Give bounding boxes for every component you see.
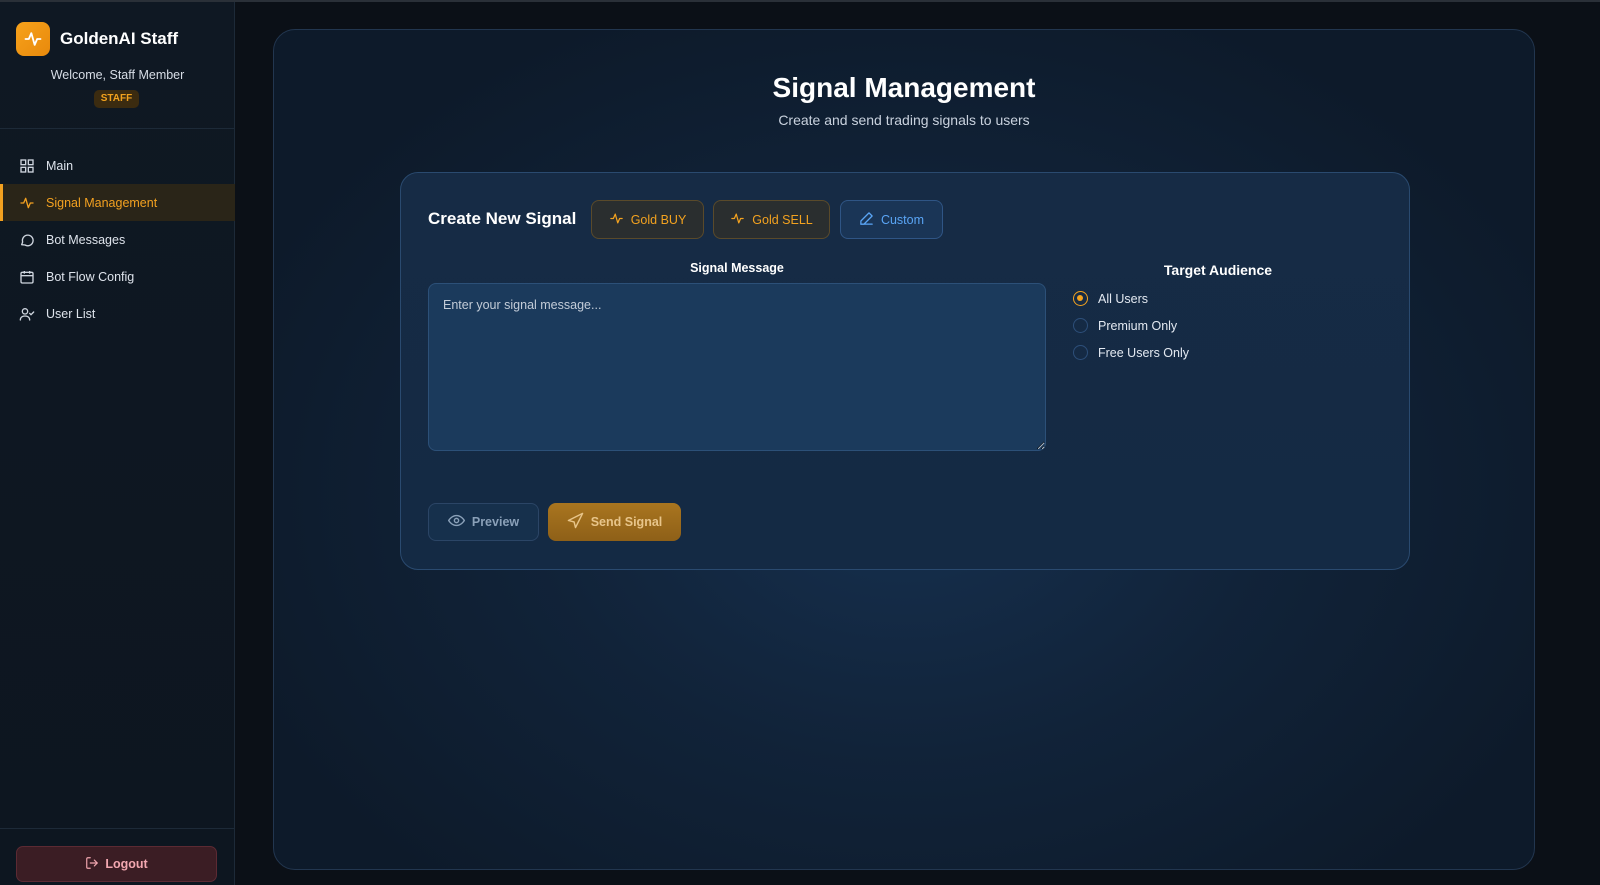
radio-button[interactable] <box>1073 318 1088 333</box>
brand: GoldenAI Staff <box>16 22 178 56</box>
grid-icon <box>18 157 36 175</box>
main-panel: Signal Management Create and send tradin… <box>273 29 1535 870</box>
sidebar-divider <box>0 828 235 829</box>
sidebar-item-label: Signal Management <box>46 195 158 210</box>
logout-icon <box>85 856 99 873</box>
preview-button[interactable]: Preview <box>428 503 539 541</box>
audience-option-premium-only[interactable]: Premium Only <box>1073 318 1177 333</box>
signal-message-label: Signal Message <box>690 261 784 275</box>
radio-button[interactable] <box>1073 291 1088 306</box>
radio-button[interactable] <box>1073 345 1088 360</box>
audience-option-all-users[interactable]: All Users <box>1073 291 1148 306</box>
send-icon <box>567 512 584 532</box>
sidebar-item-label: User List <box>46 306 96 321</box>
sidebar-item-user-list[interactable]: User List <box>0 295 235 332</box>
brand-title: GoldenAI Staff <box>60 29 179 48</box>
create-signal-card: Create New Signal Gold BUY Gold SELL Cus… <box>400 172 1410 570</box>
gold-sell-template-button[interactable]: Gold SELL <box>713 200 830 239</box>
sidebar-item-bot-messages[interactable]: Bot Messages <box>0 221 235 258</box>
user-check-icon <box>18 305 36 323</box>
page-title: Signal Management <box>772 72 1036 103</box>
template-label: Gold SELL <box>752 212 813 227</box>
logout-button[interactable]: Logout <box>16 846 217 882</box>
welcome-text: Welcome, Staff Member <box>50 68 185 82</box>
audience-option-label: Premium Only <box>1098 318 1178 333</box>
sidebar-item-signal-management[interactable]: Signal Management <box>0 184 235 221</box>
send-signal-label: Send Signal <box>590 515 663 529</box>
page-subtitle: Create and send trading signals to users <box>778 112 1030 128</box>
card-title: Create New Signal <box>428 209 577 228</box>
template-label: Gold BUY <box>630 212 687 227</box>
activity-icon <box>609 211 624 229</box>
template-label: Custom <box>880 212 925 227</box>
logout-label: Logout <box>105 857 148 871</box>
sidebar-item-label: Bot Flow Config <box>46 269 135 284</box>
sidebar-item-main[interactable]: Main <box>0 147 235 184</box>
calendar-icon <box>18 268 36 286</box>
custom-template-button[interactable]: Custom <box>840 200 943 239</box>
activity-icon <box>16 22 50 56</box>
pen-icon <box>859 211 874 229</box>
gold-buy-template-button[interactable]: Gold BUY <box>591 200 704 239</box>
sidebar-item-label: Bot Messages <box>46 232 126 247</box>
chat-bubble-icon <box>18 231 36 249</box>
sidebar-nav: Main Signal Management Bot Messages Bot … <box>0 147 235 332</box>
audience-option-label: All Users <box>1098 291 1149 306</box>
audience-option-free-users-only[interactable]: Free Users Only <box>1073 345 1189 360</box>
sidebar: GoldenAI Staff Welcome, Staff Member STA… <box>0 2 235 885</box>
preview-label: Preview <box>471 515 520 529</box>
send-signal-button[interactable]: Send Signal <box>548 503 681 541</box>
activity-icon <box>730 211 745 229</box>
activity-icon <box>18 194 36 212</box>
role-badge: STAFF <box>94 90 139 108</box>
eye-icon <box>447 512 465 532</box>
signal-message-input[interactable] <box>428 283 1046 451</box>
window-top-border <box>0 0 1600 2</box>
sidebar-item-bot-flow-config[interactable]: Bot Flow Config <box>0 258 235 295</box>
sidebar-item-label: Main <box>46 158 74 173</box>
audience-option-label: Free Users Only <box>1098 345 1189 360</box>
target-audience-title: Target Audience <box>1163 262 1273 278</box>
sidebar-divider <box>0 128 235 129</box>
